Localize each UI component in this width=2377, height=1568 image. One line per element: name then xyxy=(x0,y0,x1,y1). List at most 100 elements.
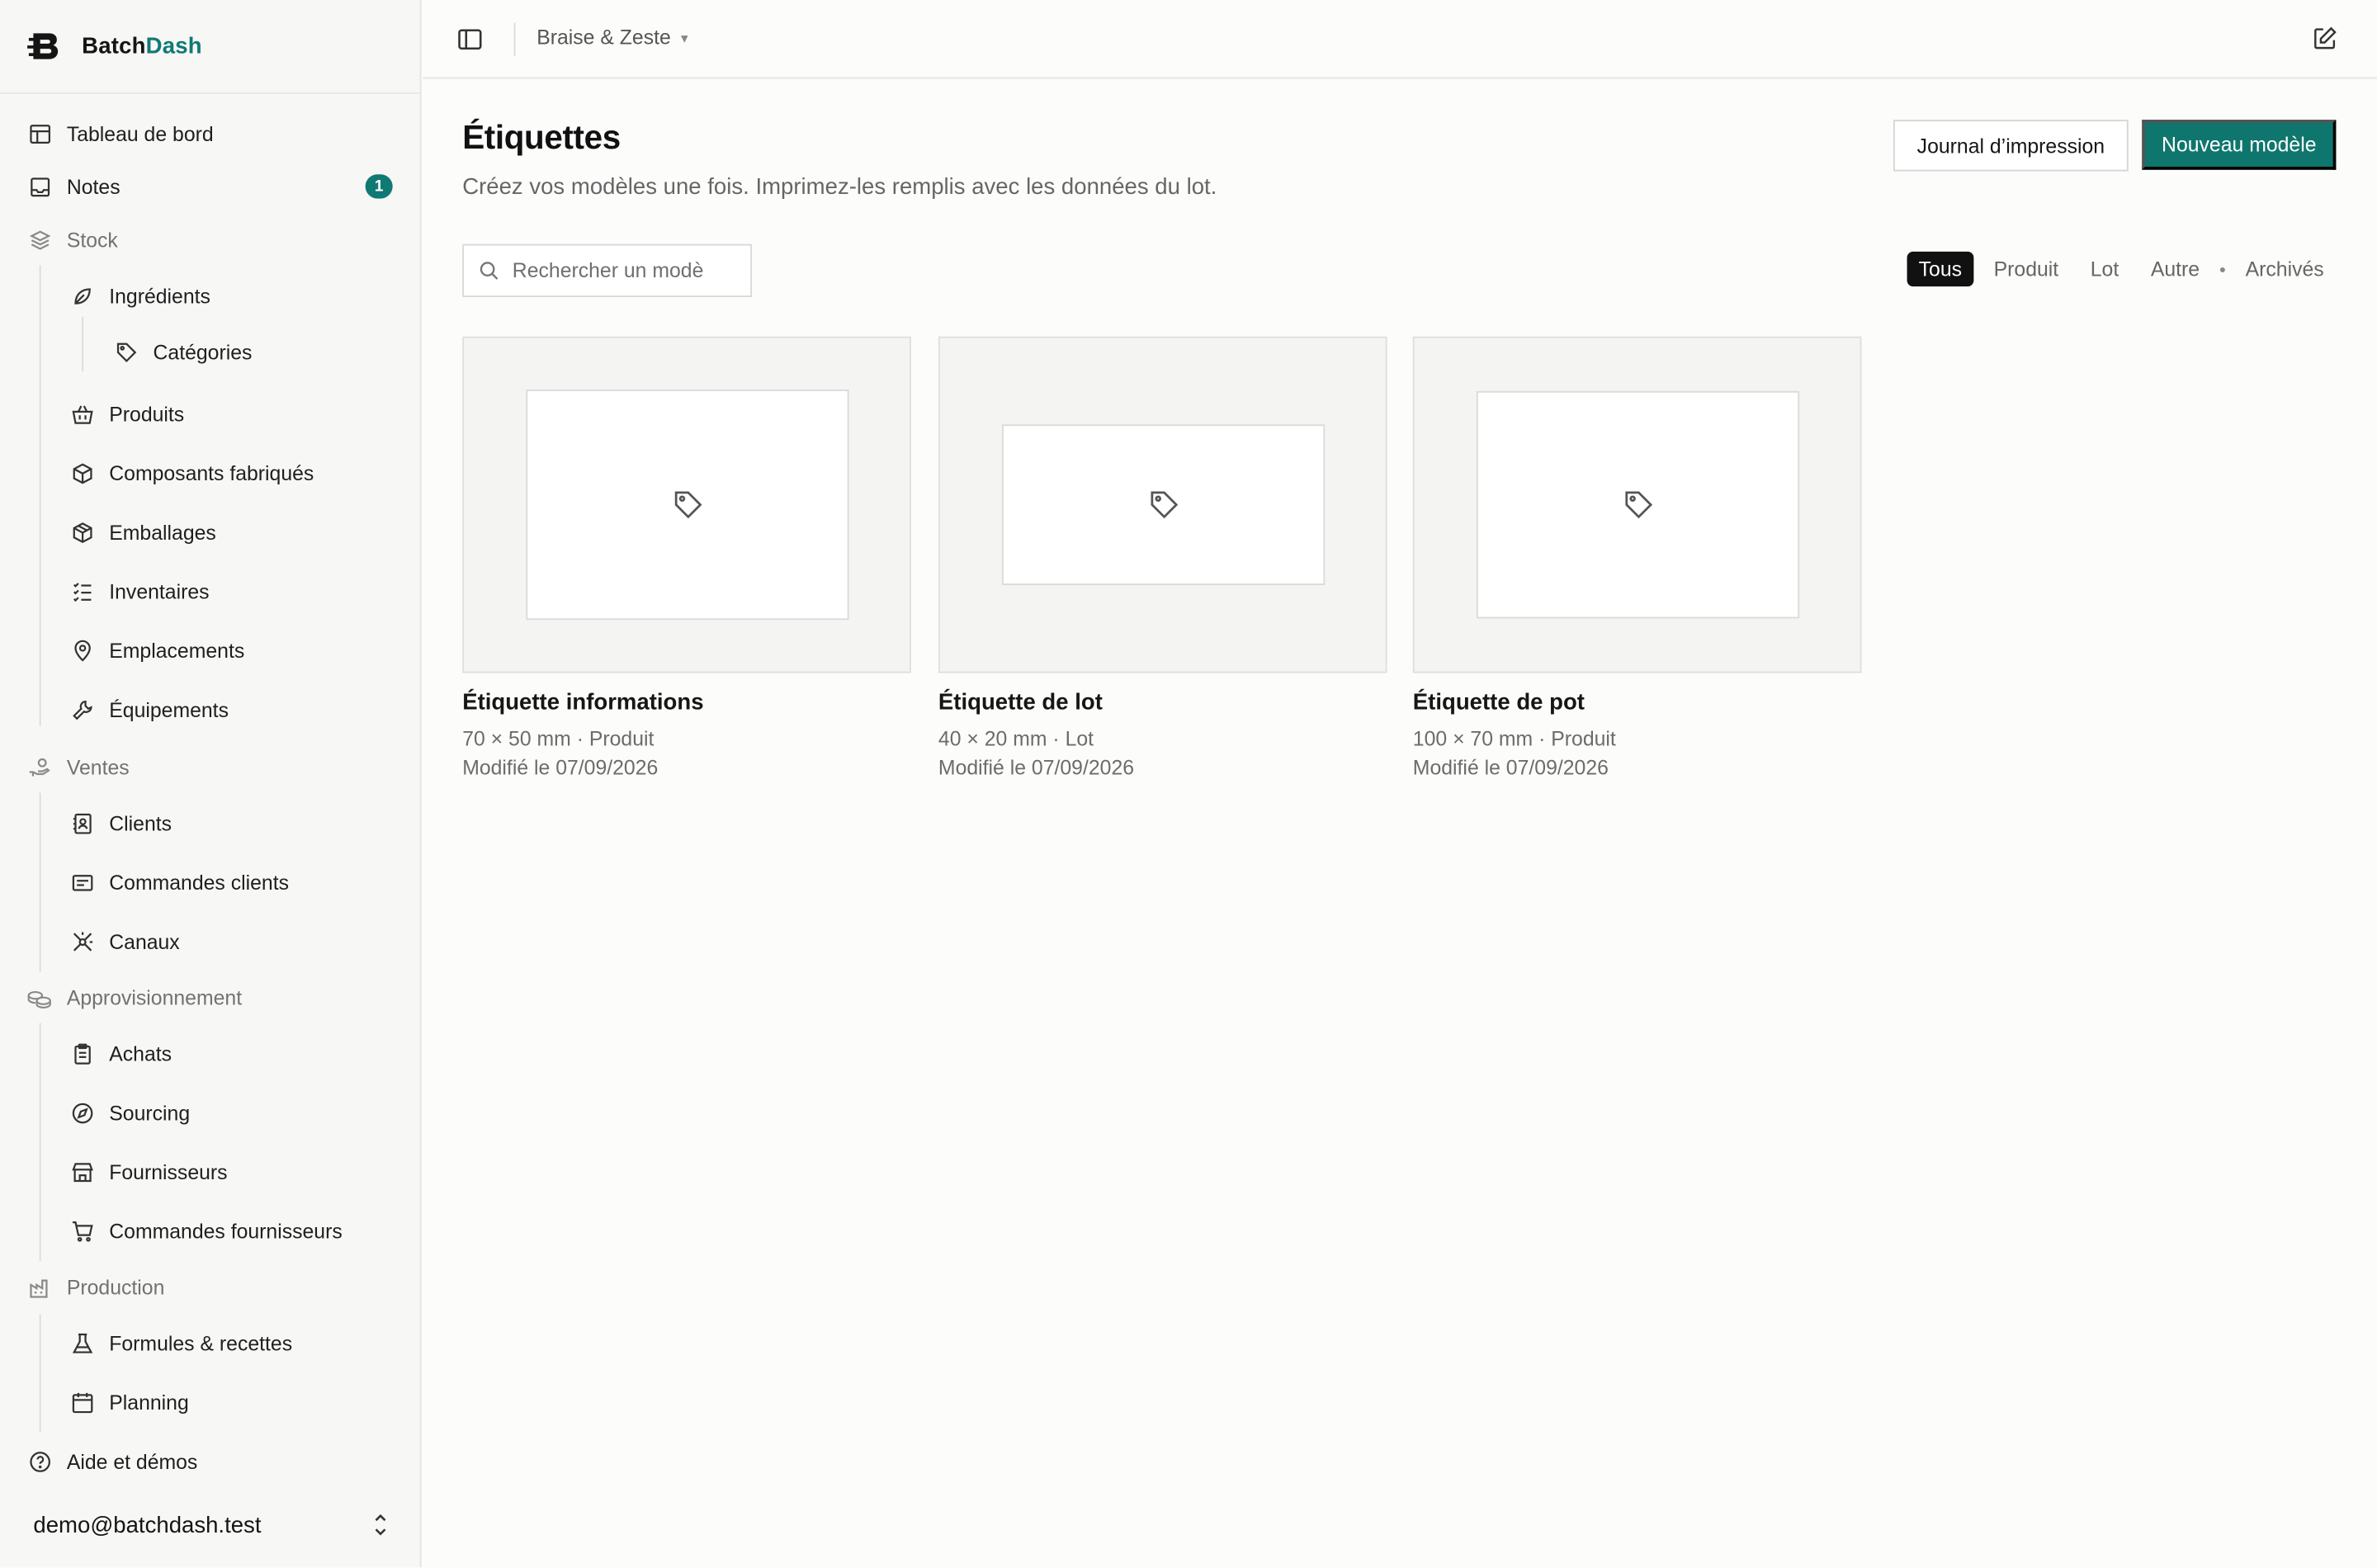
sidebar-item-clients[interactable]: Clients xyxy=(0,799,420,848)
template-size-type: 100 × 70 mm · Produit xyxy=(1412,727,1616,751)
sidebar-item-canaux[interactable]: Canaux xyxy=(0,917,420,966)
topbar: Braise & Zeste ▼ xyxy=(423,0,2377,79)
template-card[interactable]: Étiquette informations 70 × 50 mm · Prod… xyxy=(462,336,911,782)
contact-book-icon xyxy=(69,811,93,835)
sidebar-item-emplacements[interactable]: Emplacements xyxy=(0,626,420,675)
app-root: BatchDash Tableau de bord Notes 1 Stock xyxy=(0,0,2377,1568)
sidebar-item-label: Équipements xyxy=(109,697,229,721)
sidebar-item-fournisseurs[interactable]: Fournisseurs xyxy=(0,1147,420,1196)
sidebar-item-ingredients[interactable]: Ingrédients xyxy=(0,272,420,320)
sidebar-item-commandes-fournisseurs[interactable]: Commandes fournisseurs xyxy=(0,1207,420,1255)
filter-produit[interactable]: Produit xyxy=(1982,252,2071,286)
sidebar-item-label: Achats xyxy=(109,1041,172,1065)
print-log-button[interactable]: Journal d’impression xyxy=(1893,120,2129,172)
label-preview xyxy=(1476,390,1800,619)
template-preview[interactable] xyxy=(1412,336,1862,673)
notes-count-badge: 1 xyxy=(365,174,393,199)
sidebar-toggle-icon[interactable] xyxy=(456,26,484,53)
page-title: Étiquettes xyxy=(462,118,621,157)
sidebar-item-equipements[interactable]: Équipements xyxy=(0,685,420,734)
sidebar-item-commandes-clients[interactable]: Commandes clients xyxy=(0,858,420,907)
template-modified-date: Modifié le 07/09/2026 xyxy=(1412,756,1609,780)
clipboard-icon xyxy=(69,1041,93,1065)
sidebar-item-label: Catégories xyxy=(153,340,253,363)
template-name[interactable]: Étiquette de pot xyxy=(1413,690,1862,716)
filter-separator: • xyxy=(2219,258,2226,280)
sidebar-item-sourcing[interactable]: Sourcing xyxy=(0,1089,420,1137)
sidebar-item-label: Tableau de bord xyxy=(66,121,214,145)
sidebar-item-inventaires[interactable]: Inventaires xyxy=(0,567,420,616)
template-card[interactable]: Étiquette de lot 40 × 20 mm · Lot Modifi… xyxy=(938,336,1387,782)
template-size-type: 70 × 50 mm · Produit xyxy=(462,727,655,751)
sidebar-section-stock[interactable]: Stock xyxy=(0,215,420,264)
new-template-button[interactable]: Nouveau modèle xyxy=(2142,120,2337,170)
compose-edit-icon[interactable] xyxy=(2312,26,2337,51)
sidebar-item-label: Commandes clients xyxy=(109,871,289,894)
coins-icon xyxy=(27,985,51,1009)
sidebar-item-label: Composants fabriqués xyxy=(109,461,314,484)
sidebar-item-planning[interactable]: Planning xyxy=(0,1378,420,1427)
template-size-type: 40 × 20 mm · Lot xyxy=(938,727,1094,751)
sidebar-item-label: Approvisionnement xyxy=(66,985,243,1009)
filter-archives[interactable]: Archivés xyxy=(2233,252,2336,286)
basket-icon xyxy=(69,402,93,426)
sidebar-item-composants-fabriques[interactable]: Composants fabriqués xyxy=(0,449,420,498)
caret-down-icon: ▼ xyxy=(678,31,691,46)
workspace-switcher[interactable]: Braise & Zeste ▼ xyxy=(536,26,690,49)
sidebar-item-achats[interactable]: Achats xyxy=(0,1029,420,1078)
template-name[interactable]: Étiquette informations xyxy=(462,690,911,716)
sidebar-item-tableau-de-bord[interactable]: Tableau de bord xyxy=(0,109,420,158)
sidebar-item-label: Sourcing xyxy=(109,1101,191,1124)
sidebar-item-aide-demos[interactable]: Aide et démos xyxy=(0,1437,420,1485)
sidebar-item-label: Emplacements xyxy=(109,639,245,662)
main-content: Étiquettes Créez vos modèles une fois. I… xyxy=(423,79,2377,1568)
template-preview[interactable] xyxy=(938,336,1387,673)
package-icon xyxy=(69,520,93,544)
tag-icon xyxy=(1150,491,1178,519)
topbar-divider xyxy=(513,22,516,56)
sidebar-item-notes[interactable]: Notes 1 xyxy=(0,163,420,211)
inbox-icon xyxy=(27,174,51,198)
sidebar: BatchDash Tableau de bord Notes 1 Stock xyxy=(0,0,422,1568)
filter-autre[interactable]: Autre xyxy=(2138,252,2212,286)
help-circle-icon xyxy=(27,1449,51,1473)
brand[interactable]: BatchDash xyxy=(0,0,420,94)
sidebar-item-label: Production xyxy=(66,1275,165,1299)
sidebar-item-label: Inventaires xyxy=(109,579,210,603)
wrench-icon xyxy=(69,697,93,721)
template-name[interactable]: Étiquette de lot xyxy=(938,690,1387,716)
sidebar-item-label: Planning xyxy=(109,1391,189,1414)
tag-icon xyxy=(1624,491,1652,519)
label-preview xyxy=(526,390,849,621)
workspace-name: Braise & Zeste xyxy=(536,26,671,49)
leaf-icon xyxy=(69,283,93,307)
sidebar-section-approvisionnement[interactable]: Approvisionnement xyxy=(0,973,420,1022)
sidebar-section-production[interactable]: Production xyxy=(0,1263,420,1311)
dashboard-layout-icon xyxy=(27,121,51,145)
label-preview xyxy=(1002,424,1326,585)
shopping-cart-icon xyxy=(69,1219,93,1243)
sidebar-item-label: Ingrédients xyxy=(109,284,210,307)
sidebar-item-formules-recettes[interactable]: Formules & recettes xyxy=(0,1319,420,1367)
layers-icon xyxy=(27,228,51,252)
checklist-icon xyxy=(69,579,93,603)
hand-coins-icon xyxy=(27,755,51,779)
compass-icon xyxy=(69,1100,93,1124)
sidebar-item-categories[interactable]: Catégories xyxy=(0,328,420,376)
template-modified-date: Modifié le 07/09/2026 xyxy=(938,756,1135,780)
template-card[interactable]: Étiquette de pot 100 × 70 mm · Produit M… xyxy=(1412,336,1862,782)
sidebar-item-emballages[interactable]: Emballages xyxy=(0,508,420,556)
search-box[interactable] xyxy=(462,243,753,297)
user-account-switcher[interactable]: demo@batchdash.test xyxy=(0,1482,420,1567)
sidebar-section-ventes[interactable]: Ventes xyxy=(0,743,420,791)
search-input[interactable] xyxy=(512,259,740,282)
sidebar-item-produits[interactable]: Produits xyxy=(0,390,420,438)
page-subtitle: Créez vos modèles une fois. Imprimez-les… xyxy=(462,174,1217,201)
filter-tous[interactable]: Tous xyxy=(1906,251,1974,287)
brand-name: BatchDash xyxy=(82,33,202,59)
sidebar-item-label: Commandes fournisseurs xyxy=(109,1219,343,1243)
template-preview[interactable] xyxy=(462,336,911,673)
sidebar-item-label: Formules & recettes xyxy=(109,1331,293,1355)
user-email: demo@batchdash.test xyxy=(33,1512,262,1538)
filter-lot[interactable]: Lot xyxy=(2078,252,2131,286)
